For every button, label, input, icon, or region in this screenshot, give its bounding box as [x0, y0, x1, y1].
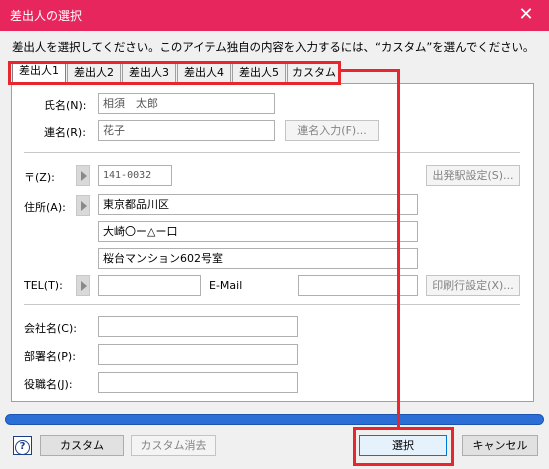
cancel-button[interactable]: キャンセル [462, 435, 538, 456]
custom-clear-button[interactable]: カスタム消去 [131, 435, 216, 456]
custom-button[interactable]: カスタム [40, 435, 124, 456]
job-title-label: 役職名(J): [24, 378, 73, 391]
company-field[interactable] [98, 316, 298, 337]
close-icon[interactable]: ✕ [509, 2, 543, 28]
progress-bar [5, 414, 544, 425]
department-label: 部署名(P): [24, 350, 76, 363]
instruction-text: 差出人を選択してください。このアイテム独自の内容を入力するには、“カスタム”を選… [12, 40, 535, 54]
address-arrow-icon[interactable] [76, 195, 90, 216]
tabs-highlight [8, 61, 341, 85]
name-label: 氏名(N): [44, 99, 87, 112]
joint-name-input-button[interactable]: 連名入力(F)... [285, 120, 379, 141]
tel-field[interactable] [98, 275, 201, 296]
address-line-2[interactable]: 大崎〇ー△ー口 [98, 221, 418, 242]
print-line-settings-button[interactable]: 印刷行設定(X)... [426, 275, 520, 296]
joint-name-field[interactable]: 花子 [98, 120, 275, 141]
tel-label: TEL(T): [24, 279, 63, 292]
station-settings-button[interactable]: 出発駅設定(S)... [426, 165, 520, 186]
address-label: 住所(A): [24, 201, 66, 214]
name-field[interactable]: 相須 太郎 [98, 93, 275, 114]
job-title-field[interactable] [98, 372, 298, 393]
zip-label: 〒(Z): [24, 171, 55, 184]
zip-field[interactable]: 141-0032 [98, 165, 172, 186]
joint-name-label: 連名(R): [44, 126, 86, 139]
window-title: 差出人の選択 [10, 9, 83, 23]
email-field[interactable] [298, 275, 418, 296]
select-highlight [353, 427, 454, 466]
department-field[interactable] [98, 344, 298, 365]
email-label: E-Mail [209, 279, 243, 292]
tel-arrow-icon[interactable] [76, 275, 90, 296]
connector-line [397, 69, 400, 429]
divider [24, 152, 520, 153]
address-line-3[interactable]: 桜台マンション602号室 [98, 248, 418, 269]
address-line-1[interactable]: 東京都品川区 [98, 194, 418, 215]
connector-line [341, 69, 400, 72]
title-bar: 差出人の選択 ✕ [0, 0, 549, 31]
zip-arrow-icon[interactable] [76, 165, 90, 186]
help-icon[interactable]: ? [13, 436, 32, 455]
divider [24, 304, 520, 305]
company-label: 会社名(C): [24, 322, 77, 335]
